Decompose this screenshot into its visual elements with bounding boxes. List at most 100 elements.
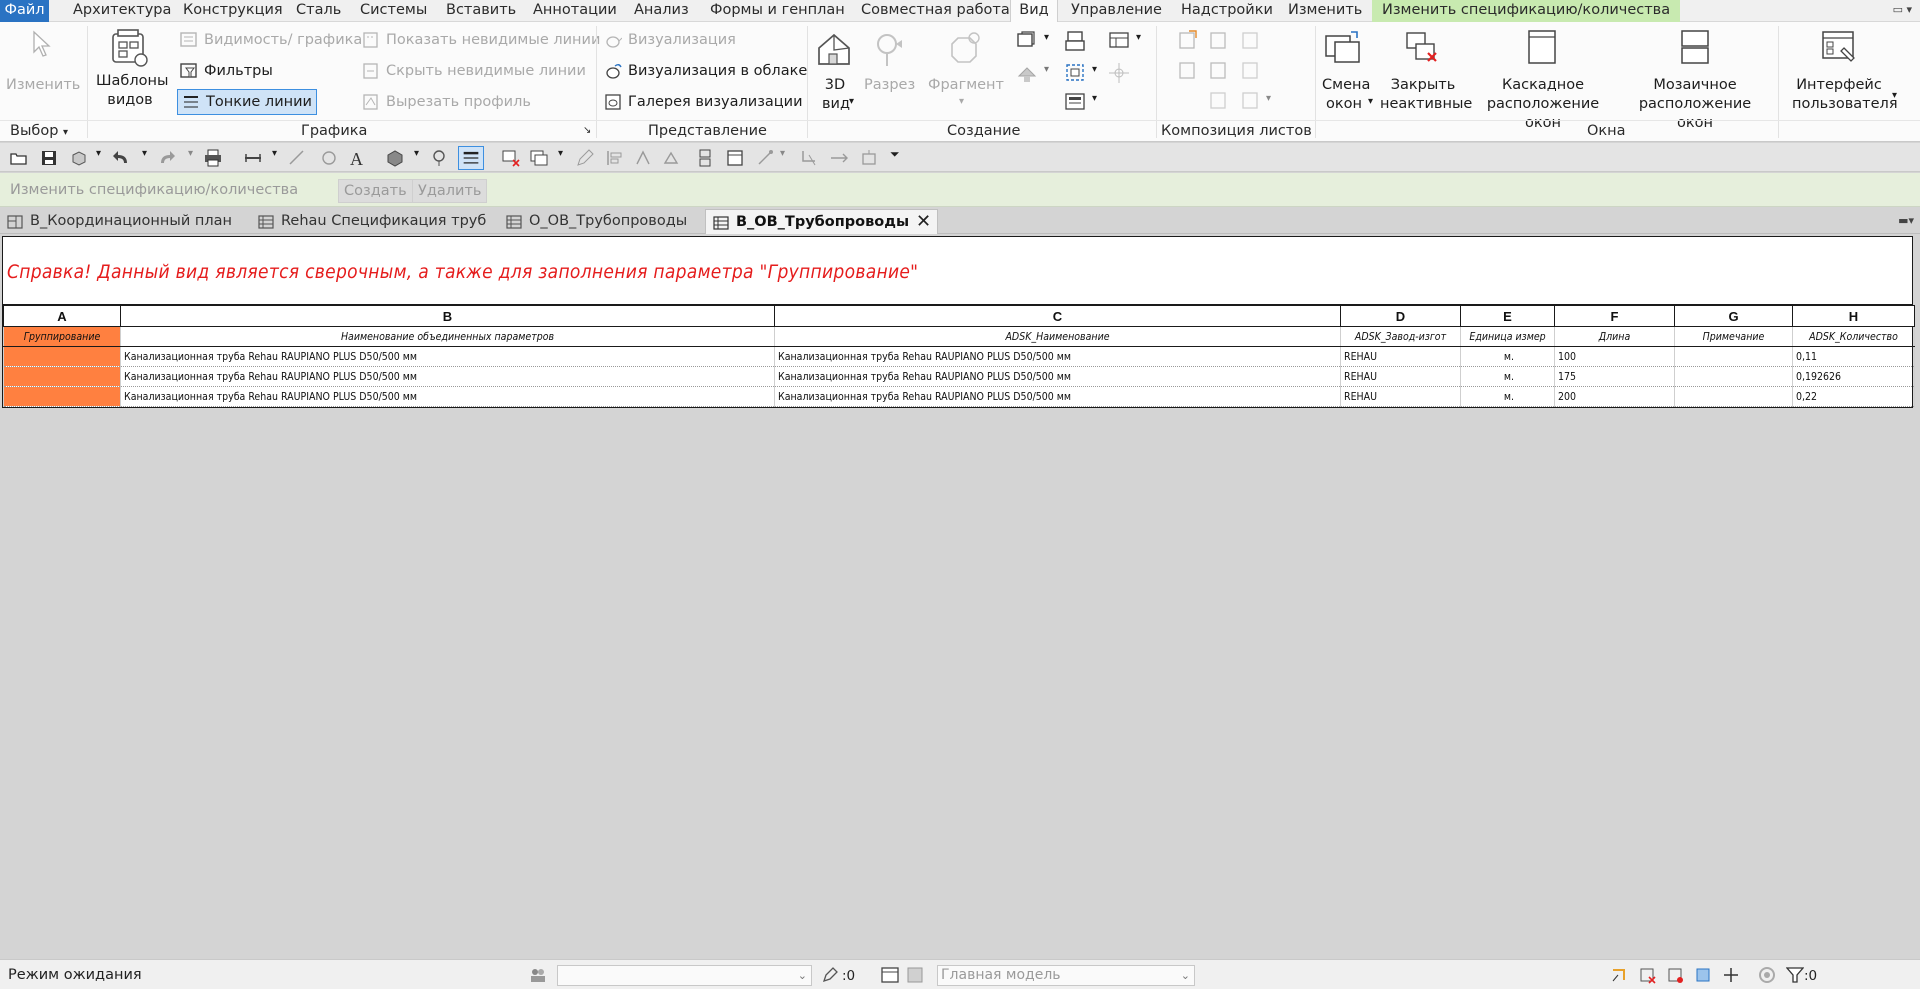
plan-views-icon[interactable] [1016,30,1038,52]
adsk-name-cell[interactable]: Канализационная труба Rehau RAUPIANO PLU… [774,366,1341,387]
drag-elements-icon[interactable] [1722,966,1742,984]
view-tab-v-ov-pipelines[interactable]: В_ОВ_Трубопроводы ✕ [705,209,939,234]
header-note[interactable]: Примечание [1674,326,1793,347]
header-length[interactable]: Длина [1554,326,1675,347]
render-button[interactable]: Визуализация [604,31,736,49]
aligned-dimension-icon[interactable] [288,149,306,167]
edit-tool-icon[interactable] [576,149,594,167]
elevation-dropdown-icon[interactable]: ▾ [1044,64,1049,75]
show-hidden-lines-button[interactable]: Показать невидимые линии [362,31,600,49]
switch-windows-dropdown-icon[interactable]: ▾ [1368,92,1373,111]
unit-cell[interactable]: м. [1460,386,1555,407]
grouping-cell[interactable] [3,366,121,387]
filter-icon[interactable] [1786,966,1804,984]
editable-only-icon[interactable] [822,967,838,983]
remove-hidden-lines-button[interactable]: Скрыть невидимые линии [362,62,586,80]
note-cell[interactable] [1674,386,1793,407]
tab-file[interactable]: Файл [0,0,49,22]
adsk-name-cell[interactable]: Канализационная труба Rehau RAUPIANO PLU… [774,346,1341,367]
tab-collaborate[interactable]: Совместная работа [861,0,1010,22]
header-combined-parameters-name[interactable]: Наименование объединенных параметров [120,326,775,347]
open-icon[interactable] [10,149,28,167]
delete-button[interactable]: Удалить [412,179,488,203]
user-interface-button[interactable]: Интерфейс пользователя [1792,76,1898,114]
quantity-cell[interactable]: 0,192626 [1792,366,1915,387]
tab-modify-schedule[interactable]: Изменить спецификацию/количества [1372,0,1681,22]
tab-annotate[interactable]: Аннотации [533,0,617,22]
header-adsk-name[interactable]: ADSK_Наименование [774,326,1341,347]
combined-name-cell[interactable]: Канализационная труба Rehau RAUPIANO PLU… [120,366,775,387]
cut-profile-button[interactable]: Вырезать профиль [362,93,531,111]
view-templates-button[interactable]: Шаблоны видов [96,72,168,110]
unit-cell[interactable]: м. [1460,366,1555,387]
schedules-dropdown-icon[interactable]: ▾ [1136,32,1141,43]
column-letter-d[interactable]: D [1340,305,1461,327]
column-letter-c[interactable]: C [774,305,1341,327]
tab-list-menu-icon[interactable]: ▬▾ [1898,214,1914,227]
select-by-face-icon[interactable] [1694,966,1714,984]
tab-structure[interactable]: Конструкция [183,0,283,22]
rotate-dropdown-icon[interactable]: ▾ [780,148,798,166]
callout-button[interactable]: Фрагмент [928,76,1004,95]
tool-icon[interactable] [860,149,878,167]
select-links-icon[interactable] [1610,966,1630,984]
background-processes-icon[interactable] [1758,966,1776,984]
workset-dropdown[interactable]: ⌄ [557,965,812,986]
legends-dropdown-icon[interactable]: ▾ [1092,93,1097,104]
header-quantity[interactable]: ADSK_Количество [1792,326,1915,347]
panel-title-select[interactable]: Выбор ▾ [10,123,68,139]
adsk-name-cell[interactable]: Канализационная труба Rehau RAUPIANO PLU… [774,386,1341,407]
measure-icon[interactable] [244,149,262,167]
split-icon[interactable] [634,149,652,167]
render-gallery-button[interactable]: Галерея визуализации [604,93,803,111]
tag-by-category-icon[interactable] [320,149,338,167]
length-cell[interactable]: 175 [1554,366,1675,387]
tab-addins[interactable]: Надстройки [1181,0,1273,22]
3d-view-dropdown-icon[interactable]: ▾ [849,92,854,111]
switch-windows-qat-dropdown-icon[interactable]: ▾ [558,148,576,166]
quantity-cell[interactable]: 0,22 [1792,386,1915,407]
close-hidden-windows-icon[interactable] [502,149,520,167]
customize-qat-icon[interactable]: ⏷ [890,147,908,165]
create-button[interactable]: Создать [338,179,413,203]
tab-manage[interactable]: Управление [1071,0,1162,22]
combined-name-cell[interactable]: Канализационная труба Rehau RAUPIANO PLU… [120,346,775,367]
text-icon[interactable]: A [348,149,366,167]
tab-steel[interactable]: Сталь [296,0,341,22]
default-3d-view-icon[interactable] [386,149,404,167]
switch-windows-button[interactable]: Смена окон [1322,76,1370,114]
render-cloud-button[interactable]: Визуализация в облаке [604,62,807,80]
column-letter-g[interactable]: G [1674,305,1793,327]
move-icon[interactable] [830,149,848,167]
sheet-qat-icon[interactable] [726,149,744,167]
grouping-cell[interactable] [3,386,121,407]
tab-modify[interactable]: Изменить [1288,0,1362,22]
ribbon-minimize-icon[interactable]: ▭ ▾ [1893,3,1912,16]
view-tab-coordination-plan[interactable]: В_Координационный план [0,209,232,234]
manufacturer-cell[interactable]: REHAU [1340,366,1461,387]
3d-view-button[interactable]: 3D вид [822,76,850,114]
worksets-icon[interactable] [528,966,548,984]
length-cell[interactable]: 100 [1554,346,1675,367]
quantity-cell[interactable]: 0,11 [1792,346,1915,367]
design-option-dropdown[interactable]: Главная модель ⌄ [937,965,1195,986]
trim-icon[interactable] [800,149,818,167]
thin-lines-qat-icon[interactable] [458,146,484,170]
filters-button[interactable]: Фильтры [180,62,273,80]
tab-view[interactable]: Вид [1010,0,1058,23]
column-letter-e[interactable]: E [1460,305,1555,327]
view-tab-rehau-pipe-schedule[interactable]: Rehau Спецификация труб [251,209,486,234]
select-underlay-icon[interactable] [1638,966,1658,984]
user-interface-dropdown-icon[interactable]: ▾ [1892,86,1897,105]
note-cell[interactable] [1674,346,1793,367]
close-tab-icon[interactable]: ✕ [916,210,931,234]
section-button[interactable]: Разрез [864,76,915,95]
active-design-option-icon[interactable] [906,966,924,984]
plan-views-dropdown-icon[interactable]: ▾ [1044,32,1049,43]
grouping-cell[interactable] [3,346,121,367]
length-cell[interactable]: 200 [1554,386,1675,407]
select-pinned-icon[interactable] [1666,966,1686,984]
sync-icon[interactable] [70,149,88,167]
tile-qat-icon[interactable] [696,149,714,167]
rotate-icon[interactable] [756,149,774,167]
